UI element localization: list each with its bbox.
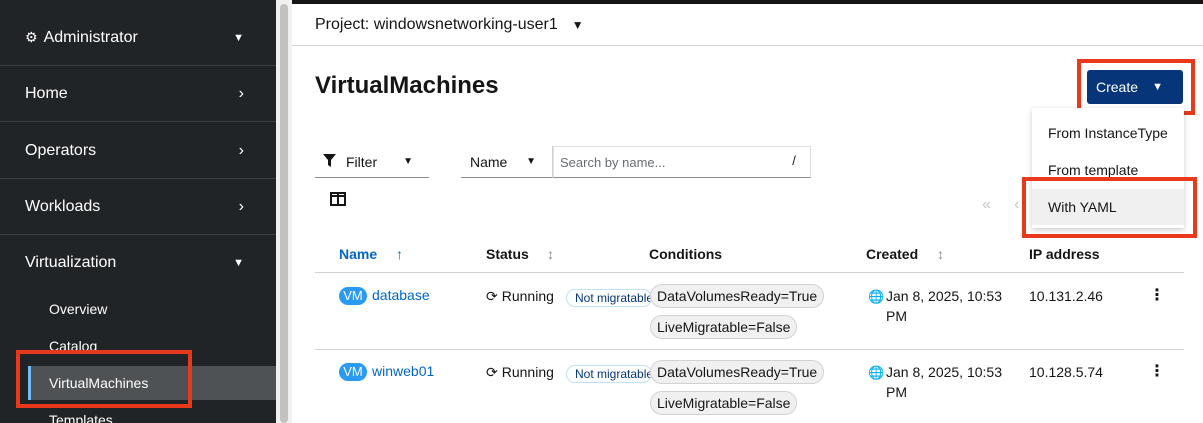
search-attribute-label: Name — [470, 153, 508, 170]
migratable-label: Not migratable — [566, 289, 652, 307]
search-box: / — [553, 146, 811, 178]
column-header-conditions: Conditions — [649, 246, 723, 262]
perspective-label: Administrator — [43, 28, 138, 46]
caret-down-icon: ▼ — [1152, 81, 1163, 93]
sidebar-item-catalog[interactable]: Catalog — [49, 338, 97, 354]
vm-status-text: Running — [501, 364, 554, 380]
menu-item-with-yaml[interactable]: With YAML — [1032, 189, 1184, 225]
sidebar-scrollbar[interactable] — [276, 0, 292, 423]
vm-status-text: Running — [501, 288, 554, 304]
columns-icon[interactable] — [330, 192, 346, 206]
sidebar-section-virtualization[interactable]: Virtualization ▼ — [0, 235, 276, 291]
sidebar-section-home[interactable]: Home › — [0, 66, 276, 122]
project-selector[interactable]: Project: windowsnetworking-user1 ▼ — [292, 4, 1203, 46]
condition-chip: LiveMigratable=False — [650, 391, 798, 415]
sidebar-item-templates[interactable]: Templates — [49, 412, 113, 423]
sidebar-section-label: Operators — [25, 141, 97, 159]
create-menu: From InstanceType From template With YAM… — [1032, 108, 1184, 228]
condition-chip: DataVolumesReady=True — [650, 360, 825, 384]
migratable-label: Not migratable — [566, 365, 652, 383]
ip-address: 10.131.2.46 — [1029, 288, 1103, 304]
vm-status: ⟳ Running — [486, 288, 554, 305]
chevron-right-icon: › — [238, 197, 244, 215]
keyboard-shortcut-hint: / — [792, 153, 796, 168]
scrollbar-thumb[interactable] — [280, 4, 288, 423]
filter-dropdown[interactable]: Filter ▼ — [315, 146, 429, 178]
chevron-down-icon: ▼ — [233, 257, 244, 269]
menu-item-from-template[interactable]: From template — [1032, 152, 1184, 188]
table-row-divider — [315, 349, 1184, 350]
sidebar-section-workloads[interactable]: Workloads › — [0, 179, 276, 235]
column-header-created[interactable]: Created — [866, 246, 918, 262]
sidebar-item-overview[interactable]: Overview — [49, 301, 107, 317]
sidebar-item-virtualmachines[interactable]: VirtualMachines — [49, 375, 148, 391]
vm-badge: VM — [339, 287, 367, 305]
sort-ascending-icon[interactable]: ↑ — [396, 246, 403, 262]
condition-chip: LiveMigratable=False — [650, 315, 798, 339]
column-header-status[interactable]: Status — [486, 246, 529, 262]
first-page-icon[interactable]: « — [982, 196, 991, 214]
globe-icon: 🌐 — [868, 289, 885, 304]
column-header-name[interactable]: Name — [339, 246, 377, 262]
search-input[interactable] — [554, 147, 774, 177]
sidebar-section-operators[interactable]: Operators › — [0, 123, 276, 179]
cogs-icon: ⚙ — [25, 29, 38, 45]
sidebar-section-label: Workloads — [25, 197, 101, 215]
caret-down-icon: ▼ — [526, 156, 536, 167]
created-line1: Jan 8, 2025, 10:53 — [886, 288, 1002, 304]
ip-address: 10.128.5.74 — [1029, 364, 1103, 380]
sidebar: ⚙ Administrator ▼ Home › Operators › Wor… — [0, 0, 276, 423]
column-header-ip-address: IP address — [1029, 246, 1100, 262]
filter-icon — [323, 153, 336, 170]
vm-status: ⟳ Running — [486, 364, 554, 381]
created-timestamp: 🌐 Jan 8, 2025, 10:53 PM — [868, 286, 1016, 326]
project-label: Project: windowsnetworking-user1 — [315, 15, 558, 33]
kebab-icon[interactable]: ⋮ — [1149, 285, 1165, 305]
sidebar-section-label: Virtualization — [25, 254, 117, 271]
sort-icon[interactable]: ↕ — [547, 246, 554, 262]
vm-name-link[interactable]: winweb01 — [372, 363, 434, 379]
create-label: Create — [1096, 79, 1139, 95]
caret-down-icon: ▼ — [571, 17, 584, 32]
kebab-icon[interactable]: ⋮ — [1149, 361, 1165, 381]
created-line1: Jan 8, 2025, 10:53 — [886, 364, 1002, 380]
filter-label: Filter — [346, 153, 378, 170]
vm-name-link[interactable]: database — [372, 287, 430, 303]
previous-page-icon[interactable]: ‹ — [1014, 196, 1019, 214]
chevron-right-icon: › — [238, 141, 244, 159]
sort-icon[interactable]: ↕ — [937, 246, 944, 262]
page-title: VirtualMachines — [315, 72, 499, 99]
condition-chip: DataVolumesReady=True — [650, 284, 825, 308]
search-attribute-select[interactable]: Name ▼ — [461, 146, 553, 178]
sidebar-section-label: Home — [25, 84, 68, 102]
chevron-right-icon: › — [238, 84, 244, 102]
globe-icon: 🌐 — [868, 365, 885, 380]
perspective-switcher[interactable]: ⚙ Administrator ▼ — [0, 10, 276, 66]
chevron-down-icon: ▼ — [233, 31, 244, 44]
created-timestamp: 🌐 Jan 8, 2025, 10:53 PM — [868, 362, 1016, 402]
sync-icon: ⟳ — [486, 364, 498, 380]
table-header-divider — [315, 272, 1184, 273]
create-button[interactable]: Create ▼ — [1087, 70, 1183, 104]
created-line2: PM — [886, 308, 907, 324]
menu-item-from-instancetype[interactable]: From InstanceType — [1032, 115, 1184, 151]
vm-badge: VM — [339, 363, 367, 381]
created-line2: PM — [886, 384, 907, 400]
caret-down-icon: ▼ — [403, 156, 413, 167]
sync-icon: ⟳ — [486, 288, 498, 304]
